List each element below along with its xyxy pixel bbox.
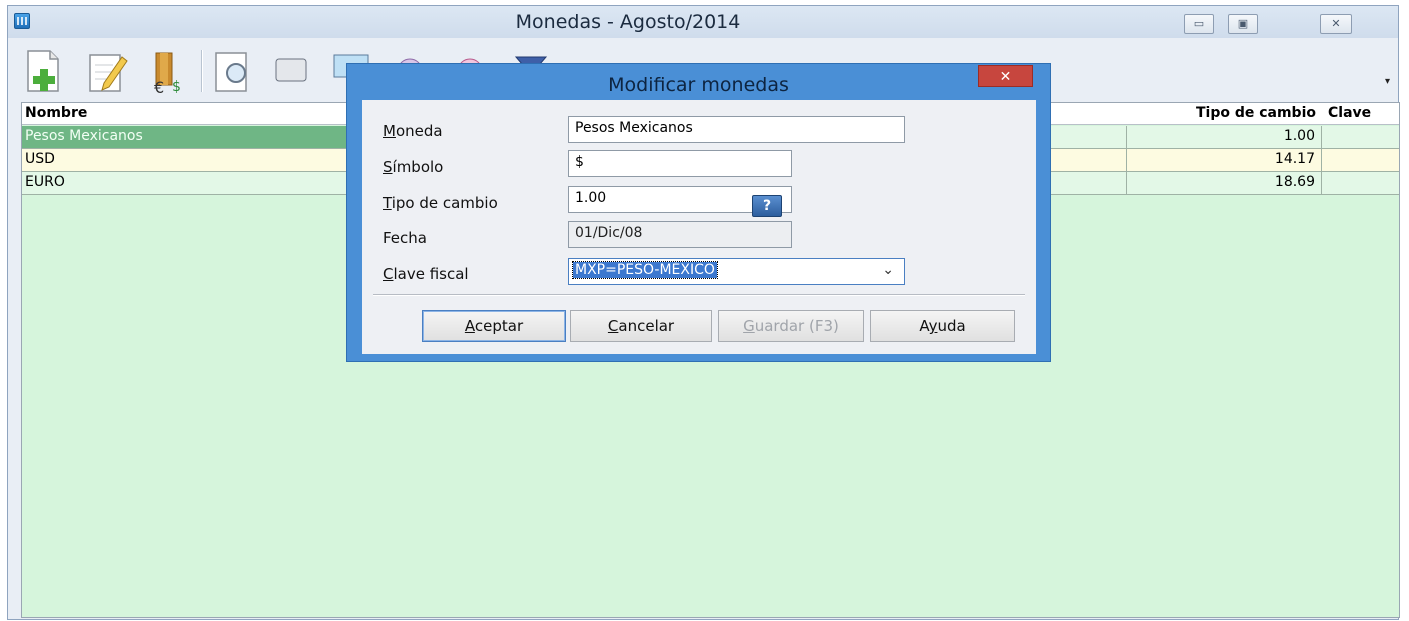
fecha-label: Fecha bbox=[383, 229, 427, 247]
cell-nombre: EURO bbox=[25, 174, 65, 190]
simbolo-label: Símbolo bbox=[383, 158, 444, 176]
fecha-field: 01/Dic/08 bbox=[568, 221, 792, 248]
dialog-titlebar[interactable]: Modificar monedas ✕ bbox=[347, 64, 1050, 100]
close-button[interactable]: ✕ bbox=[1320, 14, 1352, 34]
cancelar-button[interactable]: Cancelar bbox=[570, 310, 712, 342]
minimize-button[interactable]: ▭ bbox=[1184, 14, 1214, 34]
cell-nombre: Pesos Mexicanos bbox=[25, 128, 143, 144]
preview-icon[interactable] bbox=[208, 45, 260, 97]
moneda-field[interactable]: Pesos Mexicanos bbox=[568, 116, 905, 143]
print-icon[interactable] bbox=[266, 45, 318, 97]
currency-exchange-icon[interactable]: € $ bbox=[142, 45, 194, 97]
dialog-title: Modificar monedas bbox=[608, 74, 789, 96]
cell-tipo-de-cambio: 14.17 bbox=[1126, 149, 1322, 171]
clave-fiscal-selected-value: MXP=PESO-MÉXICO bbox=[572, 261, 718, 279]
modify-currency-dialog: Modificar monedas ✕ Moneda Pesos Mexican… bbox=[346, 63, 1051, 362]
window-title: Monedas - Agosto/2014 bbox=[515, 11, 741, 33]
column-header-clave[interactable]: Clave bbox=[1328, 105, 1371, 121]
toolbar-overflow-chevron-icon[interactable]: ▾ bbox=[1385, 76, 1390, 87]
dialog-close-button[interactable]: ✕ bbox=[978, 65, 1033, 87]
moneda-label: Moneda bbox=[383, 122, 443, 140]
cell-nombre: USD bbox=[25, 151, 55, 167]
cell-tipo-de-cambio: 18.69 bbox=[1126, 172, 1322, 194]
ayuda-button[interactable]: Ayuda bbox=[870, 310, 1015, 342]
edit-record-icon[interactable] bbox=[80, 45, 132, 97]
clave-fiscal-label: Clave fiscal bbox=[383, 265, 469, 283]
clave-fiscal-select[interactable]: MXP=PESO-MÉXICO ⌄ bbox=[568, 258, 905, 285]
aceptar-button[interactable]: Aceptar bbox=[422, 310, 566, 342]
toolbar-separator bbox=[201, 50, 203, 92]
column-header-nombre[interactable]: Nombre bbox=[25, 105, 87, 121]
maximize-button[interactable]: ▣ bbox=[1228, 14, 1258, 34]
svg-text:$: $ bbox=[172, 79, 181, 95]
dialog-divider bbox=[373, 294, 1025, 296]
tipo-de-cambio-label: Tipo de cambio bbox=[383, 194, 498, 212]
new-record-icon[interactable] bbox=[18, 45, 70, 97]
cell-tipo-de-cambio: 1.00 bbox=[1126, 126, 1322, 148]
dialog-body: Moneda Pesos Mexicanos Símbolo $ Tipo de… bbox=[362, 100, 1036, 354]
column-header-tipo-de-cambio[interactable]: Tipo de cambio bbox=[1126, 105, 1322, 121]
guardar-button[interactable]: Guardar (F3) bbox=[718, 310, 864, 342]
chevron-down-icon[interactable]: ⌄ bbox=[882, 262, 894, 278]
simbolo-field[interactable]: $ bbox=[568, 150, 792, 177]
svg-text:€: € bbox=[154, 78, 164, 97]
help-icon[interactable]: ? bbox=[752, 195, 782, 217]
main-titlebar[interactable]: Monedas - Agosto/2014 ▭ ▣ ✕ bbox=[8, 6, 1398, 38]
